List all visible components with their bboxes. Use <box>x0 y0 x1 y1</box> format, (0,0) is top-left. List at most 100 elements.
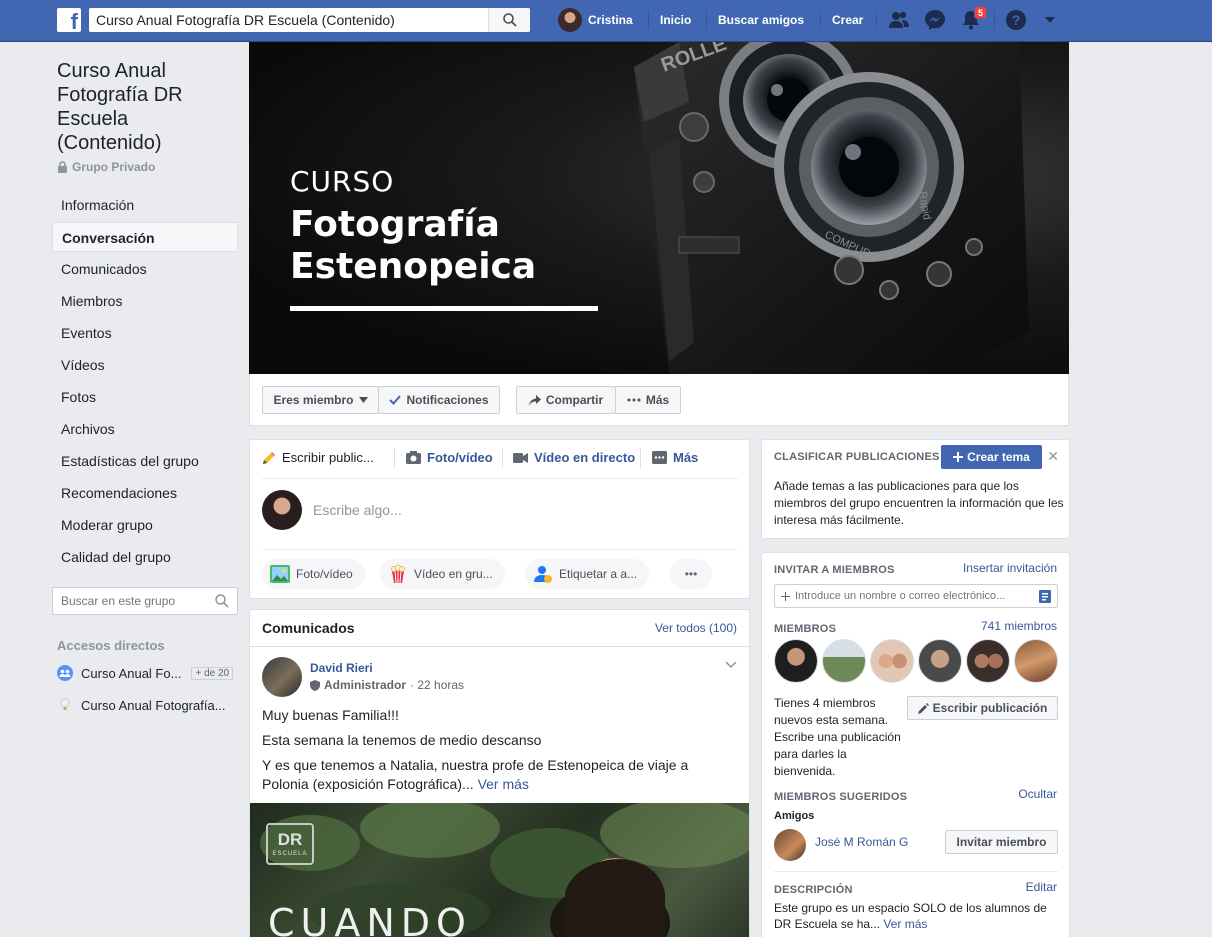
post-composer: Escribir public... Foto/vídeo Vídeo en d… <box>249 439 750 599</box>
see-all-link[interactable]: Ver todos (100) <box>655 621 737 635</box>
post-author[interactable]: David Rieri <box>310 661 373 675</box>
sidebar-item-informacion[interactable]: Información <box>52 190 238 220</box>
friend-requests-icon[interactable] <box>888 9 910 31</box>
see-more-link[interactable]: Ver más <box>478 776 529 792</box>
checkmark-icon <box>389 395 402 405</box>
shortcut-badge: + de 20 <box>191 666 234 680</box>
help-icon[interactable]: ? <box>1005 9 1027 31</box>
insert-invite-link[interactable]: Insertar invitación <box>963 561 1057 575</box>
image-logo: DR <box>277 830 303 849</box>
sidebar-item-conversacion[interactable]: Conversación <box>52 222 238 252</box>
members-card: INVITAR A MIEMBROS Insertar invitación M… <box>761 552 1070 937</box>
search-icon[interactable] <box>215 594 229 608</box>
pencil-icon <box>263 451 275 464</box>
avatar[interactable] <box>774 829 806 861</box>
see-more-link[interactable]: Ver más <box>883 917 927 931</box>
nav-create-link[interactable]: Crear <box>832 13 863 27</box>
tab-live-video[interactable]: Vídeo en directo <box>513 450 635 465</box>
messenger-icon[interactable] <box>924 9 946 31</box>
shortcut-item[interactable]: Curso Anual Fotografía... <box>57 695 226 715</box>
edit-description-link[interactable]: Editar <box>1026 880 1057 894</box>
invite-member-button[interactable]: Invitar miembro <box>945 830 1058 854</box>
avatar[interactable] <box>262 490 302 530</box>
shortcut-item[interactable]: Curso Anual Fo... + de 20 <box>57 663 234 683</box>
sidebar-item-fotos[interactable]: Fotos <box>52 382 238 412</box>
sidebar-item-comunicados[interactable]: Comunicados <box>52 254 238 284</box>
avatar[interactable] <box>262 657 302 697</box>
write-post-button[interactable]: Escribir publicación <box>907 696 1058 720</box>
avatar[interactable] <box>774 639 818 683</box>
nav-profile-link[interactable]: Cristina <box>558 8 633 32</box>
search-button[interactable] <box>488 8 530 32</box>
suggested-member-name[interactable]: José M Román G <box>815 835 908 849</box>
avatar[interactable] <box>822 639 866 683</box>
sidebar-item-miembros[interactable]: Miembros <box>52 286 238 316</box>
create-topic-button[interactable]: Crear tema <box>941 445 1042 469</box>
ellipsis-icon <box>627 398 641 402</box>
post-image[interactable]: DR ESCUELA CUANDO <box>250 803 749 937</box>
chevron-down-icon <box>358 397 368 403</box>
facebook-logo[interactable]: f <box>57 8 81 34</box>
image-logo-box: DR ESCUELA <box>266 823 314 865</box>
post-paragraph: Muy buenas Familia!!! <box>262 707 399 723</box>
sidebar-item-eventos[interactable]: Eventos <box>52 318 238 348</box>
invite-input[interactable] <box>775 585 1025 607</box>
composer-input[interactable]: Escribe algo... <box>313 502 402 518</box>
svg-text:?: ? <box>1012 12 1021 28</box>
group-privacy: Grupo Privado <box>57 160 155 174</box>
avatar[interactable] <box>966 639 1010 683</box>
sidebar-item-moderar[interactable]: Moderar grupo <box>52 510 238 540</box>
chevron-down-icon[interactable] <box>725 661 737 669</box>
cover-title-line1: CURSO <box>290 165 395 198</box>
post-paragraph: Y es que tenemos a Natalia, nuestra prof… <box>262 757 689 792</box>
more-options-pill[interactable]: ••• <box>670 559 712 589</box>
pencil-icon <box>917 702 929 714</box>
more-button[interactable]: Más <box>615 386 681 414</box>
announcements-feed: Comunicados Ver todos (100) David Rieri … <box>249 609 750 937</box>
search-icon <box>503 13 517 27</box>
sidebar-item-calidad[interactable]: Calidad del grupo <box>52 542 238 572</box>
camera-icon <box>406 451 421 464</box>
address-book-icon[interactable] <box>1039 590 1051 603</box>
group-search <box>52 587 238 615</box>
hide-link[interactable]: Ocultar <box>1018 787 1057 801</box>
search-box <box>89 8 530 32</box>
lock-icon <box>58 161 67 173</box>
avatar[interactable] <box>918 639 962 683</box>
new-members-text: Tienes 4 miembros nuevos esta semana. Es… <box>774 696 901 778</box>
nav-find-friends-link[interactable]: Buscar amigos <box>718 13 804 27</box>
video-camera-icon <box>513 452 528 463</box>
avatar[interactable] <box>1014 639 1058 683</box>
group-search-input[interactable] <box>53 588 203 614</box>
classify-posts-card: CLASIFICAR PUBLICACIONES Crear tema ✕ Añ… <box>761 439 1070 539</box>
nav-home-link[interactable]: Inicio <box>660 13 691 27</box>
avatar[interactable] <box>870 639 914 683</box>
description-title: DESCRIPCIÓN <box>774 884 853 896</box>
sidebar-item-videos[interactable]: Vídeos <box>52 350 238 380</box>
close-icon[interactable]: ✕ <box>1047 448 1059 465</box>
members-count-link[interactable]: 741 miembros <box>981 619 1057 633</box>
sidebar-item-archivos[interactable]: Archivos <box>52 414 238 444</box>
notifications-badge: 5 <box>974 6 987 19</box>
search-input[interactable] <box>89 8 489 32</box>
post-time[interactable]: · 22 horas <box>410 678 464 692</box>
group-video-pill[interactable]: Vídeo en gru... <box>380 559 505 589</box>
tab-photo-video[interactable]: Foto/vídeo <box>406 450 493 465</box>
group-title[interactable]: Curso Anual Fotografía DR Escuela (Conte… <box>57 59 237 155</box>
cover-title-line3: Estenopeica <box>290 246 537 287</box>
tab-write-post[interactable]: Escribir public... <box>262 450 374 465</box>
sidebar-item-recomendaciones[interactable]: Recomendaciones <box>52 478 238 508</box>
avatar <box>558 8 582 32</box>
notifications-button[interactable]: Notificaciones <box>378 386 500 414</box>
member-button[interactable]: Eres miembro <box>262 386 379 414</box>
tab-more[interactable]: Más <box>652 450 698 465</box>
chevron-down-icon[interactable] <box>1044 15 1056 25</box>
share-button[interactable]: Compartir <box>516 386 616 414</box>
classify-description: Añade temas a las publicaciones para que… <box>774 479 1064 527</box>
sidebar-item-estadisticas[interactable]: Estadísticas del grupo <box>52 446 238 476</box>
shield-icon <box>310 679 320 691</box>
feed-title: Comunicados <box>262 620 355 636</box>
tag-friends-pill[interactable]: Etiquetar a a... <box>525 559 650 589</box>
photo-video-pill[interactable]: Foto/vídeo <box>262 559 365 589</box>
group-cover-photo[interactable]: ROLLE COMPUR Rapid CURSO Fotografía Este… <box>249 42 1069 374</box>
